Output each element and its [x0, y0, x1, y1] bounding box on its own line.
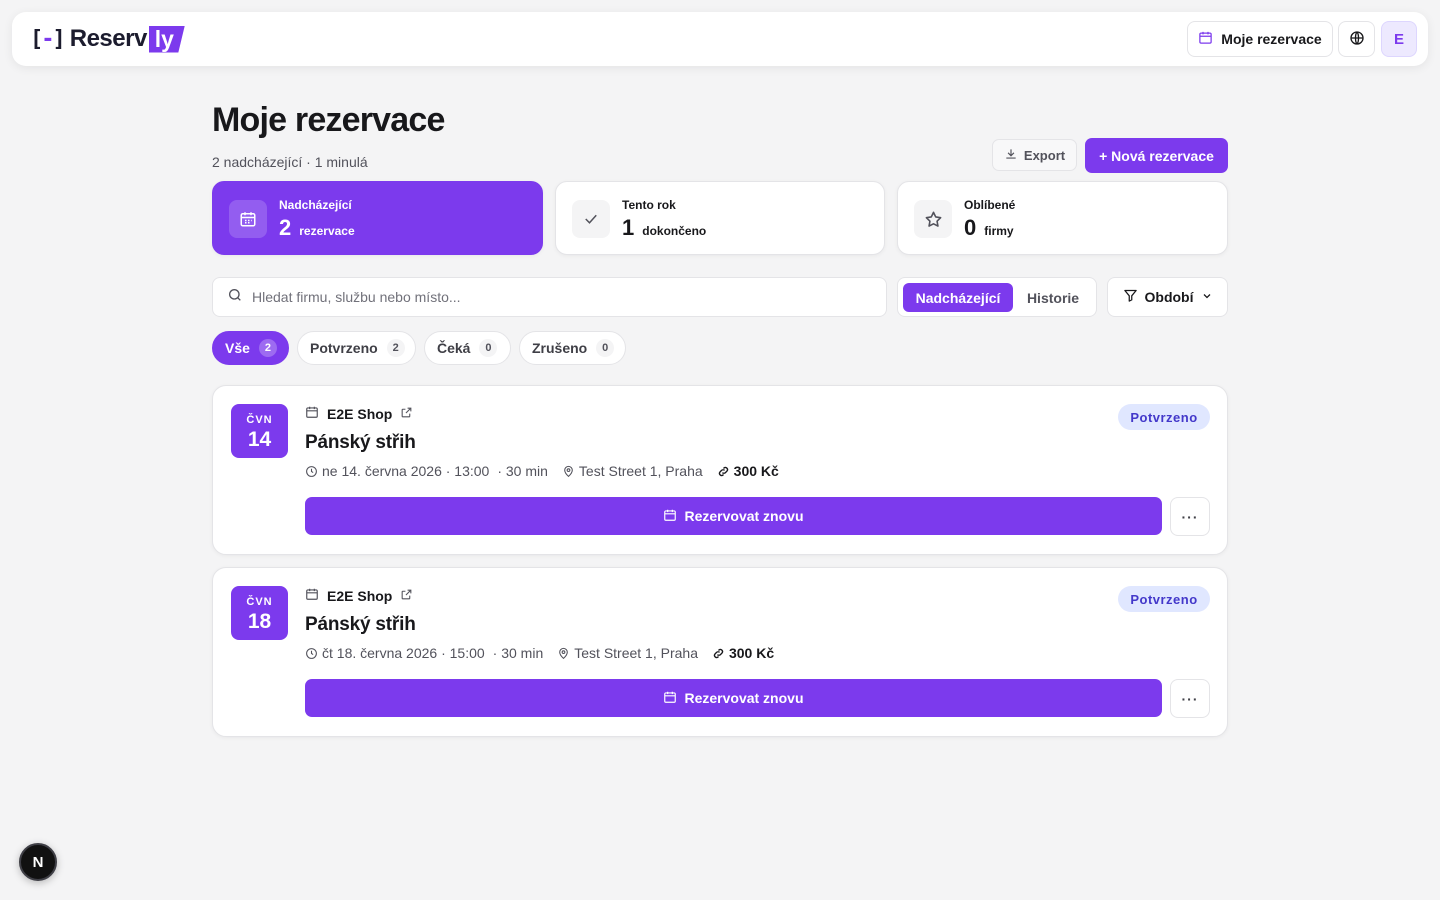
booking-datetime: čt 18. června 2026 · 15:00 [322, 645, 485, 661]
tab-upcoming[interactable]: Nadcházející [903, 283, 1013, 312]
language-switch-button[interactable] [1338, 21, 1375, 57]
date-month: ČVN [246, 596, 273, 608]
chip-label: Čeká [437, 340, 471, 356]
export-button[interactable]: Export [992, 139, 1077, 171]
chip-count: 2 [386, 339, 405, 357]
export-label: Export [1023, 147, 1066, 163]
stat-card-favorites[interactable]: Oblíbené 0 firmy [897, 181, 1228, 255]
stat-value: 2 [279, 215, 292, 240]
chevron-down-icon [1201, 289, 1213, 305]
date-month: ČVN [246, 414, 273, 426]
stat-card-this-year[interactable]: Tento rok 1 dokončeno [555, 181, 885, 255]
check-icon [572, 200, 610, 238]
top-navbar: [-] Reserv ly Moje rezervace E [12, 12, 1428, 66]
date-badge: ČVN 14 [231, 404, 288, 458]
rebook-label: Rezervovat znovu [684, 690, 804, 706]
more-options-button[interactable]: ··· [1170, 497, 1210, 536]
status-chip-pending[interactable]: Čeká 0 [424, 331, 511, 365]
stat-value: 0 [964, 215, 977, 240]
more-options-button[interactable]: ··· [1170, 679, 1210, 718]
calendar-icon [663, 508, 677, 525]
calendar-icon [1198, 30, 1213, 48]
rebook-button[interactable]: Rezervovat znovu [305, 497, 1162, 535]
external-link-icon[interactable] [400, 588, 413, 604]
nextjs-dev-indicator-button[interactable]: N [19, 843, 57, 881]
calendar-icon [305, 405, 319, 422]
search-icon [227, 287, 243, 308]
my-reservations-button[interactable]: Moje rezervace [1187, 21, 1333, 57]
star-icon [914, 200, 952, 238]
booking-price: 300 Kč [728, 645, 775, 661]
chip-count: 2 [258, 339, 277, 357]
service-name: Pánský střih [305, 432, 416, 453]
user-avatar-button[interactable]: E [1381, 21, 1417, 57]
booking-duration: · 30 min [497, 463, 548, 479]
stat-value: 1 [622, 215, 635, 240]
search-input[interactable] [252, 289, 852, 305]
stat-unit: firmy [984, 224, 1014, 238]
stat-unit: rezervace [299, 224, 355, 238]
booking-location: Test Street 1, Praha [574, 645, 698, 661]
globe-icon [1349, 30, 1365, 49]
period-filter-button[interactable]: Období [1107, 277, 1228, 317]
booking-location: Test Street 1, Praha [578, 463, 703, 479]
stat-label: Oblíbené [964, 198, 1016, 212]
chip-count: 0 [596, 339, 615, 357]
filter-icon [1123, 288, 1138, 306]
download-icon [1004, 147, 1018, 164]
my-reservations-label: Moje rezervace [1221, 31, 1322, 47]
stat-card-upcoming[interactable]: Nadcházející 2 rezervace [212, 181, 543, 255]
booking-datetime: ne 14. června 2026 · 13:00 [322, 463, 490, 479]
reservly-logo[interactable]: [-] Reserv ly [30, 25, 185, 53]
booking-card: ČVN 18 E2E Shop Pánský střih čt 18. červ… [212, 567, 1228, 737]
logo-wordmark: Reserv [69, 25, 148, 52]
status-badge: Potvrzeno [1118, 404, 1210, 430]
booking-card: ČVN 14 E2E Shop Pánský střih ne 14. červ… [212, 385, 1228, 555]
service-name: Pánský střih [305, 614, 416, 635]
chip-label: Zrušeno [532, 340, 588, 356]
date-day: 14 [247, 428, 272, 451]
date-badge: ČVN 18 [231, 586, 288, 640]
search-box [212, 277, 887, 317]
map-pin-icon [562, 465, 575, 478]
new-reservation-button[interactable]: + Nová rezervace [1085, 138, 1228, 173]
tab-history[interactable]: Historie [1015, 283, 1091, 312]
rebook-label: Rezervovat znovu [684, 508, 804, 524]
period-filter-label: Období [1144, 289, 1194, 305]
chip-label: Vše [225, 340, 250, 356]
status-chip-all[interactable]: Vše 2 [212, 331, 289, 365]
calendar-icon [305, 587, 319, 604]
calendar-icon [663, 690, 677, 707]
clock-icon [305, 465, 318, 478]
shop-name: E2E Shop [327, 587, 393, 604]
status-badge: Potvrzeno [1118, 586, 1210, 612]
shop-name: E2E Shop [327, 405, 393, 422]
external-link-icon[interactable] [400, 406, 413, 422]
status-chip-confirmed[interactable]: Potvrzeno 2 [297, 331, 416, 365]
booking-price: 300 Kč [733, 463, 779, 479]
booking-duration: · 30 min [492, 645, 544, 661]
price-tag-icon [717, 465, 730, 478]
page-subtitle: 2 nadcházející · 1 minulá [212, 154, 368, 170]
rebook-button[interactable]: Rezervovat znovu [305, 679, 1162, 717]
map-pin-icon [557, 647, 570, 660]
page-title: Moje rezervace [212, 101, 445, 139]
stat-unit: dokončeno [642, 224, 707, 238]
logo-suffix: ly [148, 25, 185, 53]
price-tag-icon [712, 647, 725, 660]
chip-count: 0 [479, 339, 498, 357]
chip-label: Potvrzeno [310, 340, 378, 356]
calendar-icon [229, 200, 267, 238]
date-day: 18 [247, 610, 272, 633]
clock-icon [305, 647, 318, 660]
logo-bracket-icon: [-] [30, 26, 66, 52]
stat-label: Nadcházející [279, 198, 352, 212]
stat-label: Tento rok [622, 198, 676, 212]
status-chip-cancelled[interactable]: Zrušeno 0 [519, 331, 626, 365]
view-toggle: Nadcházející Historie [897, 277, 1097, 317]
